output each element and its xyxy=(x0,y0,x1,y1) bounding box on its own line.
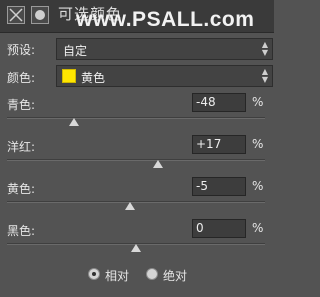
yellow-label: 黄色: xyxy=(7,182,36,196)
radio-relative-label: 相对 xyxy=(105,269,130,283)
black-slider-thumb[interactable] xyxy=(131,244,141,252)
yellow-slider-thumb[interactable] xyxy=(125,202,135,210)
magenta-slider-thumb[interactable] xyxy=(153,160,163,168)
colors-label: 颜色: xyxy=(7,71,36,85)
magenta-value-input[interactable]: +17 xyxy=(192,135,246,154)
black-value-input[interactable]: 0 xyxy=(192,219,246,238)
layer-mask-icon[interactable] xyxy=(31,6,49,24)
cyan-slider-thumb[interactable] xyxy=(69,118,79,126)
preset-dropdown[interactable]: 自定 ▲ ▼ xyxy=(56,38,273,60)
black-label: 黑色: xyxy=(7,224,36,238)
cyan-percent: % xyxy=(252,95,264,109)
updown-arrows-icon: ▲ ▼ xyxy=(261,67,268,84)
watermark-text: www.PSALL.com xyxy=(76,8,255,31)
magenta-percent: % xyxy=(252,137,264,151)
magenta-slider-track[interactable] xyxy=(7,159,265,161)
cyan-value-input[interactable]: -48 xyxy=(192,93,246,112)
black-percent: % xyxy=(252,221,264,235)
adjustment-layer-icon[interactable] xyxy=(7,6,25,24)
colors-dropdown[interactable]: 黄色 ▲ ▼ xyxy=(56,65,273,87)
cyan-slider-track[interactable] xyxy=(7,117,265,119)
yellow-value-input[interactable]: -5 xyxy=(192,177,246,196)
panel-header: 可选颜色 www.PSALL.com xyxy=(0,0,274,33)
radio-selected-dot xyxy=(92,272,96,276)
preset-label: 预设: xyxy=(7,43,36,57)
color-swatch xyxy=(62,69,76,83)
radio-absolute-label: 绝对 xyxy=(163,269,188,283)
magenta-label: 洋红: xyxy=(7,140,36,154)
yellow-slider-track[interactable] xyxy=(7,201,265,203)
colors-value: 黄色 xyxy=(81,71,106,85)
cyan-label: 青色: xyxy=(7,98,36,112)
updown-arrows-icon: ▲ ▼ xyxy=(261,40,268,57)
radio-relative-circle[interactable] xyxy=(88,268,100,280)
yellow-percent: % xyxy=(252,179,264,193)
radio-absolute-circle[interactable] xyxy=(146,268,158,280)
preset-value: 自定 xyxy=(63,44,88,58)
